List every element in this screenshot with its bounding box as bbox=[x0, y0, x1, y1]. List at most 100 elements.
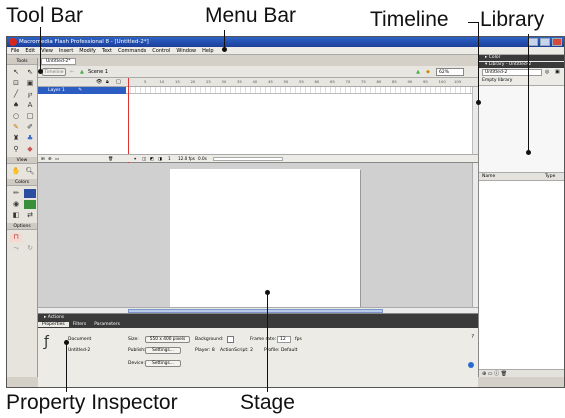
eraser-tool-icon[interactable]: ◆ bbox=[24, 145, 36, 154]
fill-color-icon[interactable]: ◉ bbox=[10, 200, 22, 209]
tab-parameters[interactable]: Parameters bbox=[90, 322, 124, 327]
menu-bar-leader-dot bbox=[222, 47, 227, 52]
paint-bucket-icon[interactable]: ♣ bbox=[24, 134, 36, 143]
library-item-list[interactable] bbox=[479, 181, 564, 369]
expand-icon[interactable] bbox=[468, 362, 474, 368]
layer-frames[interactable] bbox=[126, 87, 472, 94]
playhead[interactable] bbox=[128, 78, 129, 163]
device-settings-button[interactable]: Settings... bbox=[145, 360, 181, 367]
annotation-menu-bar: Menu Bar bbox=[205, 4, 297, 27]
library-panel-header[interactable]: ▾ Library - Untitled-2 bbox=[479, 62, 564, 68]
pencil-tool-icon[interactable]: ✎ bbox=[10, 123, 22, 132]
close-button[interactable] bbox=[552, 38, 562, 46]
flash-window: Macromedia Flash Professional 8 - [Untit… bbox=[6, 36, 565, 388]
stroke-color-icon[interactable]: ✏ bbox=[10, 189, 22, 198]
pin-library-icon[interactable]: ◎ bbox=[545, 69, 549, 75]
publish-settings-button[interactable]: Settings... bbox=[145, 347, 181, 354]
edit-symbol-icon[interactable]: ◆ bbox=[426, 66, 430, 78]
delete-layer-icon[interactable]: 🗑︎ bbox=[108, 155, 113, 163]
menu-window[interactable]: Window bbox=[176, 48, 196, 54]
onion-outline-icon[interactable]: ◩ bbox=[150, 155, 154, 163]
zoom-tool-icon[interactable]: 🔍︎ bbox=[24, 167, 36, 176]
menu-control[interactable]: Control bbox=[152, 48, 170, 54]
frame-number: 95 bbox=[423, 79, 428, 84]
lock-all-icon[interactable]: 🔒︎ bbox=[106, 79, 109, 85]
background-swatch[interactable] bbox=[227, 336, 234, 343]
snap-option-icon[interactable]: ⊓ bbox=[10, 233, 22, 242]
back-arrow-icon[interactable]: ← bbox=[70, 66, 74, 78]
ink-bottle-icon[interactable]: ♜ bbox=[10, 134, 22, 143]
properties-icon[interactable]: ⓘ bbox=[494, 371, 499, 377]
minimize-button[interactable] bbox=[528, 38, 538, 46]
layer-row[interactable]: Layer 1 ✎ bbox=[38, 87, 126, 94]
document-area: Untitled-2* Timeline ← ▲ Scene 1 ▲ ◆ 62%… bbox=[38, 55, 478, 313]
new-symbol-icon[interactable]: ⊕ bbox=[482, 371, 486, 377]
eyedropper-icon[interactable]: ⚲ bbox=[10, 145, 22, 154]
oval-tool-icon[interactable]: ○ bbox=[10, 112, 22, 121]
background-label: Background: bbox=[195, 337, 224, 342]
actions-panel-header[interactable]: ▸ Actions bbox=[38, 314, 478, 321]
outline-all-icon[interactable]: □ bbox=[116, 79, 121, 85]
menu-file[interactable]: File bbox=[11, 48, 19, 54]
tab-filters[interactable]: Filters bbox=[69, 322, 91, 327]
swap-colors-icon[interactable]: ⇄ bbox=[24, 211, 36, 220]
selection-tool-icon[interactable]: ↖ bbox=[10, 68, 22, 77]
hand-tool-icon[interactable]: ✋ bbox=[10, 167, 22, 176]
annotation-stage: Stage bbox=[240, 391, 295, 414]
menu-edit[interactable]: Edit bbox=[25, 48, 35, 54]
size-button[interactable]: 550 x 400 pixels bbox=[145, 336, 190, 343]
edit-multiple-icon[interactable]: ◨ bbox=[158, 155, 162, 163]
pasteboard bbox=[38, 163, 478, 313]
color-panel-header[interactable]: ▸ Color bbox=[479, 55, 564, 61]
brush-tool-icon[interactable]: ✐ bbox=[24, 123, 36, 132]
default-colors-icon[interactable]: ◧ bbox=[10, 211, 22, 220]
frame-number: 55 bbox=[299, 79, 304, 84]
rectangle-tool-icon[interactable]: □ bbox=[24, 112, 36, 121]
timeline-toggle-button[interactable]: Timeline bbox=[42, 68, 66, 76]
new-library-icon[interactable]: ▣ bbox=[555, 69, 560, 75]
text-tool-icon[interactable]: A bbox=[24, 101, 36, 110]
menu-insert[interactable]: Insert bbox=[59, 48, 73, 54]
lasso-tool-icon[interactable]: ℘ bbox=[24, 90, 36, 99]
stage[interactable] bbox=[170, 169, 360, 310]
free-transform-icon[interactable]: ⊡ bbox=[10, 79, 22, 88]
frame-number: 70 bbox=[345, 79, 351, 84]
center-frame-icon[interactable]: ⌖ bbox=[134, 155, 136, 163]
help-icon[interactable]: ? bbox=[471, 334, 474, 340]
library-document-select[interactable]: Untitled-2 bbox=[482, 69, 542, 76]
maximize-button[interactable] bbox=[540, 38, 550, 46]
show-hide-all-icon[interactable]: 👁︎ bbox=[96, 79, 102, 85]
stroke-swatch[interactable] bbox=[24, 189, 36, 198]
straighten-option-icon[interactable]: ⤳ bbox=[10, 244, 22, 253]
name-column-header[interactable]: Name bbox=[482, 173, 495, 181]
type-column-header[interactable]: Type bbox=[545, 173, 555, 181]
onion-skin-icon[interactable]: ◫ bbox=[142, 155, 146, 163]
line-tool-icon[interactable]: ╱ bbox=[10, 90, 22, 99]
new-folder-icon[interactable]: ▭ bbox=[488, 371, 493, 377]
fill-swatch[interactable] bbox=[24, 200, 36, 209]
library-leader bbox=[528, 34, 529, 152]
menu-modify[interactable]: Modify bbox=[79, 48, 96, 54]
insert-layer-icon[interactable]: ⊞ bbox=[41, 155, 45, 163]
tab-properties[interactable]: Properties bbox=[38, 322, 69, 327]
framerate-input[interactable]: 12 bbox=[277, 336, 291, 343]
menu-commands[interactable]: Commands bbox=[118, 48, 146, 54]
subselection-tool-icon[interactable]: ⇖ bbox=[24, 68, 36, 77]
timeline-hscroll[interactable] bbox=[213, 157, 283, 161]
delete-item-icon[interactable]: 🗑︎ bbox=[501, 371, 507, 377]
gradient-transform-icon[interactable]: ▣ bbox=[24, 79, 36, 88]
player-version: Player: 8 bbox=[195, 348, 215, 353]
insert-folder-icon[interactable]: ▭ bbox=[55, 155, 59, 163]
document-tab[interactable]: Untitled-2* bbox=[41, 58, 76, 65]
menu-view[interactable]: View bbox=[41, 48, 53, 54]
motion-guide-icon[interactable]: ⊛ bbox=[48, 155, 52, 163]
edit-scene-icon[interactable]: ▲ bbox=[416, 66, 420, 78]
rotate-option-icon[interactable]: ↻ bbox=[24, 244, 36, 253]
scene-icon: ▲ bbox=[80, 69, 84, 75]
menu-help[interactable]: Help bbox=[202, 48, 213, 54]
stage-leader bbox=[267, 292, 268, 392]
zoom-select[interactable]: 62% bbox=[436, 68, 464, 76]
pen-tool-icon[interactable]: ♠ bbox=[10, 101, 22, 110]
menu-text[interactable]: Text bbox=[102, 48, 112, 54]
smooth-option-icon[interactable] bbox=[24, 233, 36, 242]
